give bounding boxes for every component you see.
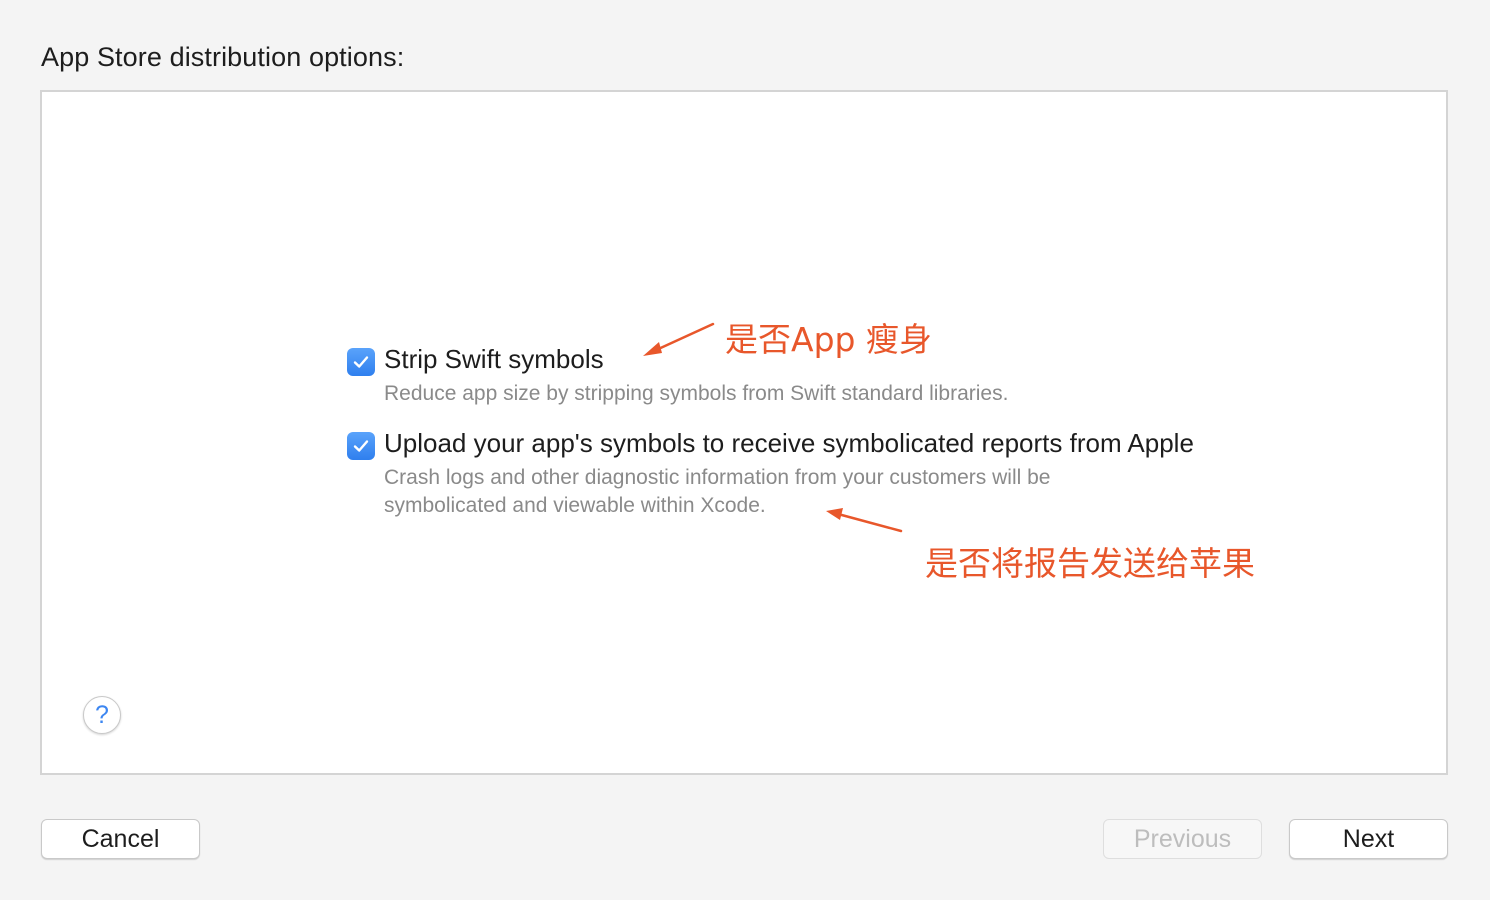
annotation-upload: 是否将报告发送给苹果 <box>925 544 1255 583</box>
distribution-options-page: App Store distribution options: Strip Sw… <box>0 0 1490 900</box>
annotation-strip: 是否App 瘦身 <box>725 320 932 359</box>
page-title: App Store distribution options: <box>41 42 405 72</box>
strip-swift-symbols-label[interactable]: Strip Swift symbols <box>384 344 604 375</box>
upload-symbols-description-line-2: symbolicated and viewable within Xcode. <box>384 494 766 517</box>
help-button[interactable]: ? <box>83 696 121 734</box>
question-mark-icon: ? <box>95 701 109 729</box>
next-button[interactable]: Next <box>1289 819 1448 859</box>
checkmark-icon <box>353 440 369 452</box>
upload-symbols-description-line-1: Crash logs and other diagnostic informat… <box>384 466 1051 489</box>
checkmark-icon <box>353 356 369 368</box>
upload-symbols-label[interactable]: Upload your app's symbols to receive sym… <box>384 428 1194 459</box>
previous-button[interactable]: Previous <box>1103 819 1262 859</box>
strip-swift-symbols-checkbox[interactable] <box>347 348 375 376</box>
strip-swift-symbols-description: Reduce app size by stripping symbols fro… <box>384 382 1009 405</box>
upload-symbols-checkbox[interactable] <box>347 432 375 460</box>
cancel-button[interactable]: Cancel <box>41 819 200 859</box>
